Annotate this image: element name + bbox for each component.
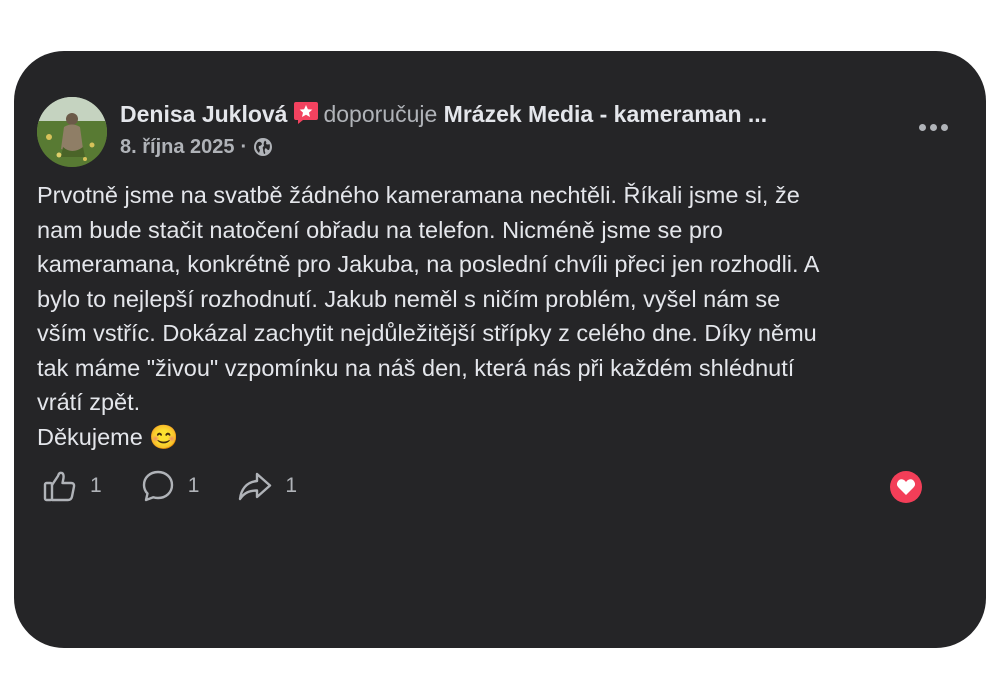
thumbs-up-icon bbox=[43, 471, 76, 502]
review-line: vrátí zpět. bbox=[37, 389, 141, 415]
verb-text: doporučuje bbox=[323, 101, 438, 127]
recommendation-star-icon bbox=[293, 100, 319, 126]
meta-separator: · bbox=[240, 136, 248, 158]
share-arrow-icon bbox=[239, 472, 272, 501]
like-count: 1 bbox=[90, 474, 102, 497]
comment-count: 1 bbox=[187, 474, 200, 497]
review-line: nam bude stačit natočení obřadu na telef… bbox=[37, 216, 723, 243]
more-dot bbox=[929, 123, 937, 131]
like-button[interactable]: 1 bbox=[42, 468, 102, 504]
review-text: Prvotně jsme na svatbě žádného kameraman… bbox=[37, 178, 937, 454]
action-bar: 1 1 1 bbox=[42, 468, 335, 504]
avatar[interactable] bbox=[37, 97, 107, 167]
heart-icon bbox=[896, 479, 916, 495]
comment-bubble-icon bbox=[142, 470, 173, 502]
review-line: Prvotně jsme na svatbě žádného kameraman… bbox=[37, 182, 800, 208]
page-name[interactable]: Mrázek Media - kameraman ... bbox=[444, 101, 767, 127]
share-count: 1 bbox=[285, 474, 298, 497]
love-reaction[interactable] bbox=[890, 471, 922, 503]
header-line: Denisa Juklová doporučuje Mrázek Media - … bbox=[120, 99, 940, 129]
review-line: Děkujeme 😊 bbox=[37, 423, 179, 450]
more-dots-icon bbox=[918, 123, 926, 131]
post-date[interactable]: 8. října 2025 bbox=[120, 135, 235, 159]
author-name[interactable]: Denisa Juklová bbox=[120, 101, 287, 127]
review-line: vším vstříc. Dokázal zachytit nejdůležit… bbox=[37, 320, 817, 346]
review-line: bylo to nejlepší rozhodnutí. Jakub neměl… bbox=[37, 285, 781, 312]
more-options-button[interactable] bbox=[914, 115, 952, 139]
more-dot bbox=[940, 123, 948, 131]
review-line: tak máme "živou" vzpomínku na náš den, k… bbox=[37, 354, 795, 381]
post-header: Denisa Juklová doporučuje Mrázek Media - … bbox=[120, 99, 940, 159]
review-line: kameramana, konkrétně pro Jakuba, na pos… bbox=[37, 251, 820, 277]
post-meta: 8. října 2025 · bbox=[120, 135, 940, 159]
comment-button[interactable]: 1 bbox=[140, 468, 200, 504]
globe-icon bbox=[253, 137, 273, 157]
share-button[interactable]: 1 bbox=[237, 468, 297, 504]
